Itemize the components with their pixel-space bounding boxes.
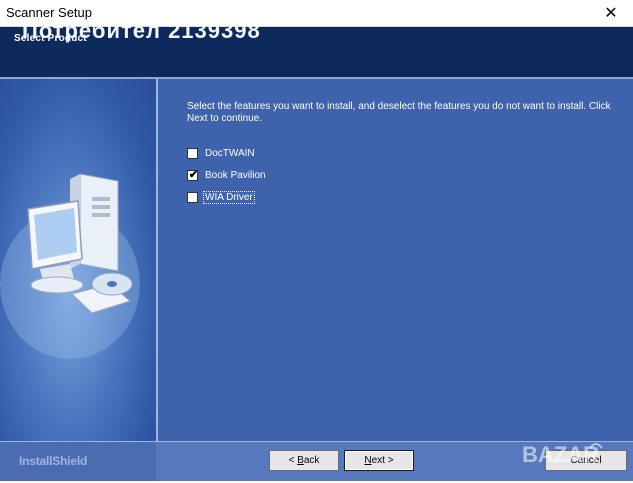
checkbox[interactable] [187,147,198,159]
feature-wia-driver[interactable]: WIA Driver [187,189,255,205]
feature-label: WIA Driver [203,190,255,204]
installshield-brand: InstallShield [19,454,88,468]
back-accel: B [297,455,304,466]
header-banner: Select Product Потребител 2139398 [0,18,633,77]
next-button[interactable]: Next > [344,450,414,471]
left-graphic-panel [0,79,156,441]
footer-brand-area: InstallShield [0,442,156,481]
feature-doctwain[interactable]: DocTWAIN [187,145,256,161]
close-button[interactable]: ✕ [589,0,633,26]
main-content: Select the features you want to install,… [158,79,633,441]
bazar-logo-icon: BAZAR [520,428,630,478]
back-button[interactable]: < Back [269,450,339,471]
watermark-text: Потребител 2139398 [22,18,261,43]
check-icon: ✔ [188,168,199,181]
back-prefix: < [288,455,298,466]
instructions-text: Select the features you want to install,… [187,101,611,124]
feature-label: Book Pavilion [205,169,266,181]
feature-book-pavilion[interactable]: ✔ Book Pavilion [187,167,267,183]
checkbox[interactable] [187,191,198,203]
back-rest: ack [303,455,320,466]
logo-text: BAZAR [522,442,599,467]
close-icon: ✕ [604,5,618,22]
checkbox[interactable]: ✔ [187,168,199,181]
next-rest: ext > [371,455,394,466]
computer-illustration [0,173,140,359]
feature-label: DocTWAIN [205,147,255,159]
next-accel: N [364,455,372,466]
